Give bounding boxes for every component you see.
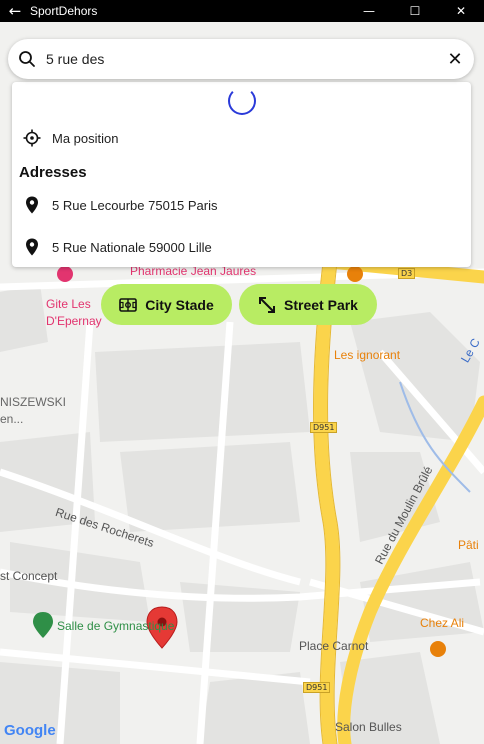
search-input[interactable]	[46, 51, 436, 67]
suggestion-address-1[interactable]: 5 Rue Lecourbe 75015 Paris	[12, 189, 471, 221]
suggestion-label: 5 Rue Lecourbe 75015 Paris	[52, 197, 218, 213]
map-label-gite-2: D'Epernay	[46, 314, 102, 328]
street-park-chip[interactable]: Street Park	[239, 284, 377, 325]
suggestion-my-position[interactable]: Ma position	[12, 122, 471, 154]
map-label-chez-ali: Chez Ali	[420, 616, 465, 630]
suggestion-label: Ma position	[52, 130, 119, 146]
back-button[interactable]: ←	[0, 2, 30, 20]
road-shield-d3: D3	[398, 268, 416, 279]
stadium-icon	[119, 297, 138, 312]
loading-spinner-icon	[228, 87, 256, 115]
map-label-gite: Gite Les	[46, 297, 91, 311]
chip-label: Street Park	[284, 296, 358, 313]
restaurant-poi-icon[interactable]	[347, 266, 363, 282]
place-pin-icon	[12, 196, 52, 214]
close-window-button[interactable]: ✕	[438, 0, 484, 22]
map-label-concept: st Concept	[0, 569, 58, 583]
search-icon	[8, 50, 46, 68]
map-label-niszewski: NISZEWSKI	[0, 395, 67, 409]
minimize-button[interactable]: —	[346, 0, 392, 22]
pharmacy-poi-icon[interactable]	[57, 266, 73, 282]
map-label-salle: Salle de Gymnastique	[57, 619, 175, 633]
road-shield-d951-2: D951	[303, 682, 331, 693]
section-title-adresses: Adresses	[19, 164, 87, 181]
clear-search-button[interactable]: ✕	[436, 49, 474, 70]
map-label-niszewski-2: en...	[0, 412, 24, 426]
app-title: SportDehors	[30, 4, 98, 18]
google-logo: Google	[4, 722, 56, 739]
search-bar: ✕	[8, 39, 474, 79]
suggestion-address-2[interactable]: 5 Rue Nationale 59000 Lille	[12, 231, 471, 263]
road-shield-d951: D951	[310, 422, 338, 433]
title-bar: ← SportDehors — ☐ ✕	[0, 0, 484, 22]
suggestions-dropdown: Ma position Adresses 5 Rue Lecourbe 7501…	[12, 82, 471, 267]
chip-label: City Stade	[145, 296, 214, 313]
map-label-pati: Pâti	[458, 538, 479, 552]
map-label-place-carnot: Place Carnot	[299, 639, 369, 653]
diagonal-arrows-icon	[259, 296, 276, 313]
place-pin-icon	[12, 238, 52, 256]
map-label-ignorant: Les ignorant	[334, 348, 401, 362]
city-stade-chip[interactable]: City Stade	[101, 284, 232, 325]
restaurant-poi-icon-2[interactable]	[430, 641, 446, 657]
crosshair-icon	[12, 129, 52, 147]
maximize-button[interactable]: ☐	[392, 0, 438, 22]
map-label-salon: Salon Bulles	[335, 720, 402, 734]
suggestion-label: 5 Rue Nationale 59000 Lille	[52, 239, 212, 255]
